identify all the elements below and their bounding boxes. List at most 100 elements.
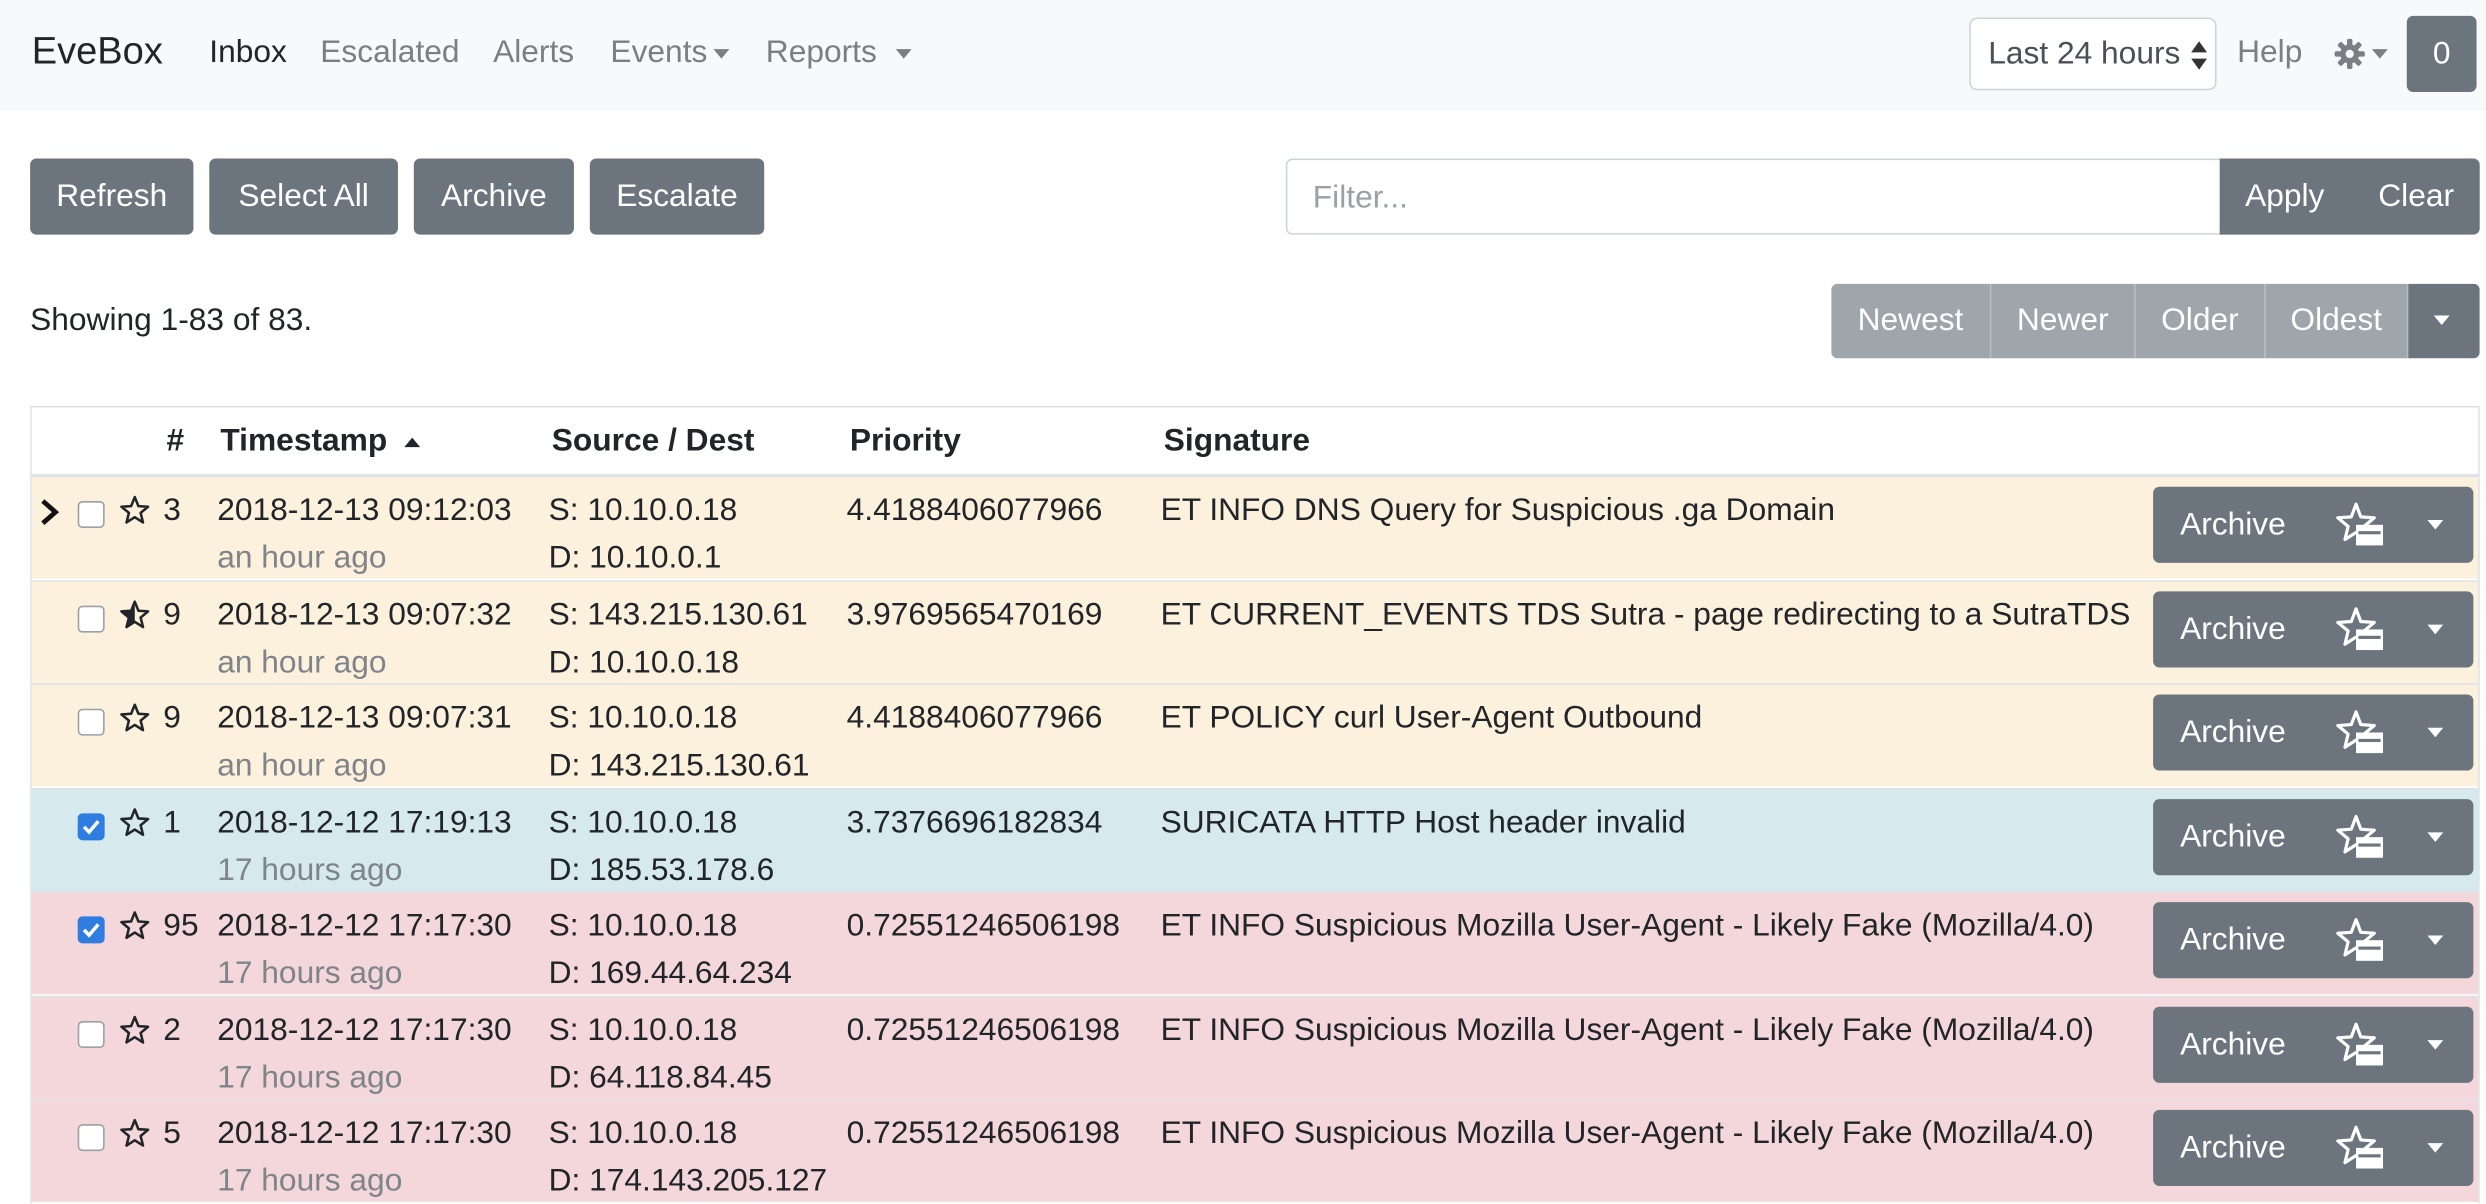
- row-checkbox[interactable]: [77, 1020, 105, 1048]
- chevron-down-icon[interactable]: [2427, 1143, 2444, 1153]
- chevron-down-icon[interactable]: [2427, 831, 2444, 842]
- row-dest: D: 10.10.0.18: [548, 644, 739, 680]
- row-checkbox[interactable]: [77, 708, 105, 736]
- row-source: S: 10.10.0.18: [548, 804, 738, 840]
- row-archive-button[interactable]: Archive: [2180, 923, 2286, 959]
- row-archive-button[interactable]: Archive: [2180, 1027, 2286, 1063]
- newer-button[interactable]: Newer: [1991, 283, 2136, 359]
- row-archive-button[interactable]: Archive: [2180, 1130, 2286, 1166]
- star-icon[interactable]: [119, 910, 151, 942]
- brand-logo[interactable]: EveBox: [32, 30, 163, 74]
- archive-button[interactable]: Archive: [413, 158, 574, 235]
- filter-input[interactable]: Filter...: [1285, 158, 2222, 235]
- row-checkbox[interactable]: [77, 916, 105, 944]
- row-relative-time: an hour ago: [217, 644, 387, 680]
- star-icon[interactable]: [119, 806, 151, 838]
- select-all-button[interactable]: Select All: [209, 158, 398, 235]
- row-relative-time: 17 hours ago: [217, 1059, 403, 1095]
- table-row[interactable]: 9 2018-12-13 09:07:32 an hour ago S: 143.21…: [31, 579, 2479, 683]
- row-archive-button[interactable]: Archive: [2180, 507, 2286, 543]
- row-priority: 0.72551246506198: [846, 908, 1121, 944]
- clear-button[interactable]: Clear: [2378, 179, 2454, 215]
- table-row[interactable]: 9 2018-12-13 09:07:31 an hour ago S: 10.10.…: [31, 683, 2479, 787]
- row-count: 1: [163, 804, 181, 840]
- star-icon[interactable]: [119, 495, 151, 527]
- pagination-dropdown[interactable]: [2408, 283, 2480, 359]
- row-actions: Archive: [2153, 1005, 2474, 1083]
- row-source: S: 143.215.130.61: [548, 596, 808, 632]
- star-icon[interactable]: [119, 599, 151, 631]
- nav-alerts[interactable]: Alerts: [493, 35, 574, 71]
- row-signature: ET CURRENT_EVENTS TDS Sutra - page redir…: [1160, 596, 2131, 632]
- star-archive-icon[interactable]: [2334, 813, 2388, 861]
- notification-count-button[interactable]: 0: [2406, 15, 2477, 92]
- row-count: 9: [163, 700, 181, 736]
- row-count: 95: [163, 908, 199, 944]
- row-source: S: 10.10.0.18: [548, 1116, 738, 1152]
- table-row[interactable]: 95 2018-12-12 17:17:30 17 hours ago S: 10.1…: [31, 891, 2479, 995]
- star-archive-icon[interactable]: [2334, 501, 2388, 549]
- col-signature: Signature: [1163, 423, 1311, 459]
- star-archive-icon[interactable]: [2334, 605, 2388, 653]
- row-source: S: 10.10.0.18: [548, 700, 738, 736]
- chevron-right-icon[interactable]: [38, 496, 60, 528]
- oldest-button[interactable]: Oldest: [2265, 283, 2409, 359]
- nav-reports-dropdown[interactable]: Reports: [766, 35, 912, 71]
- row-archive-button[interactable]: Archive: [2180, 611, 2286, 647]
- chevron-down-icon[interactable]: [2427, 727, 2444, 738]
- table-row[interactable]: 1 2018-12-12 17:19:13 17 hours ago S: 10.10…: [31, 787, 2479, 891]
- table-row[interactable]: 2 2018-12-12 17:17:30 17 hours ago S: 10.10…: [31, 994, 2479, 1098]
- row-signature: ET INFO Suspicious Mozilla User-Agent - …: [1160, 908, 2094, 944]
- star-archive-icon[interactable]: [2334, 916, 2388, 964]
- row-priority: 3.7376696182834: [846, 804, 1103, 840]
- star-archive-icon[interactable]: [2334, 1020, 2388, 1068]
- row-count: 9: [163, 596, 181, 632]
- star-archive-icon[interactable]: [2334, 709, 2388, 757]
- star-icon[interactable]: [119, 1014, 151, 1046]
- nav-events-dropdown[interactable]: Events: [610, 34, 730, 71]
- row-checkbox[interactable]: [77, 812, 105, 840]
- star-icon[interactable]: [119, 702, 151, 734]
- nav-inbox[interactable]: Inbox: [209, 35, 287, 71]
- row-actions: Archive: [2153, 902, 2474, 979]
- row-archive-button[interactable]: Archive: [2180, 819, 2286, 855]
- refresh-button[interactable]: Refresh: [30, 158, 194, 235]
- table-row[interactable]: 5 2018-12-12 17:17:30 17 hours ago S: 10.10…: [31, 1098, 2479, 1202]
- chevron-down-icon: [895, 48, 912, 59]
- sort-ascending-icon: [403, 437, 420, 448]
- row-count: 3: [163, 493, 181, 528]
- col-timestamp[interactable]: Timestamp: [220, 423, 421, 459]
- row-checkbox[interactable]: [77, 1124, 105, 1152]
- nav-help[interactable]: Help: [2237, 35, 2302, 71]
- star-archive-icon[interactable]: [2334, 1124, 2388, 1172]
- select-arrows-icon: [2191, 41, 2208, 73]
- row-priority: 4.4188406077966: [846, 700, 1103, 736]
- row-signature: ET INFO Suspicious Mozilla User-Agent - …: [1160, 1012, 2094, 1048]
- table-row[interactable]: 3 2018-12-13 09:12:03 an hour ago S: 10.10.…: [31, 475, 2479, 579]
- row-count: 5: [163, 1116, 181, 1152]
- chevron-down-icon[interactable]: [2427, 623, 2444, 634]
- chevron-down-icon[interactable]: [2427, 1039, 2444, 1049]
- older-button[interactable]: Older: [2135, 283, 2266, 359]
- events-table: # Timestamp Source / Dest Priority Signa…: [30, 405, 2480, 1204]
- nav-events-label: Events: [610, 34, 708, 70]
- row-dest: D: 143.215.130.61: [548, 748, 810, 784]
- apply-button[interactable]: Apply: [2245, 179, 2324, 215]
- star-icon[interactable]: [119, 1118, 151, 1150]
- settings-dropdown[interactable]: [2334, 38, 2394, 73]
- row-checkbox[interactable]: [77, 604, 105, 632]
- row-relative-time: 17 hours ago: [217, 852, 403, 888]
- chevron-down-icon[interactable]: [2427, 520, 2444, 530]
- chevron-down-icon[interactable]: [2427, 935, 2444, 945]
- time-range-select[interactable]: Last 24 hours: [1969, 17, 2217, 91]
- newest-button[interactable]: Newest: [1831, 283, 1992, 359]
- escalate-button[interactable]: Escalate: [589, 158, 765, 235]
- nav-escalated[interactable]: Escalated: [320, 35, 459, 71]
- row-dest: D: 185.53.178.6: [548, 852, 775, 888]
- row-relative-time: an hour ago: [217, 748, 387, 784]
- row-checkbox[interactable]: [77, 501, 105, 528]
- row-timestamp: 2018-12-12 17:17:30: [217, 908, 512, 944]
- col-timestamp-label: Timestamp: [220, 423, 388, 459]
- row-archive-button[interactable]: Archive: [2180, 715, 2286, 751]
- row-signature: SURICATA HTTP Host header invalid: [1160, 804, 1686, 840]
